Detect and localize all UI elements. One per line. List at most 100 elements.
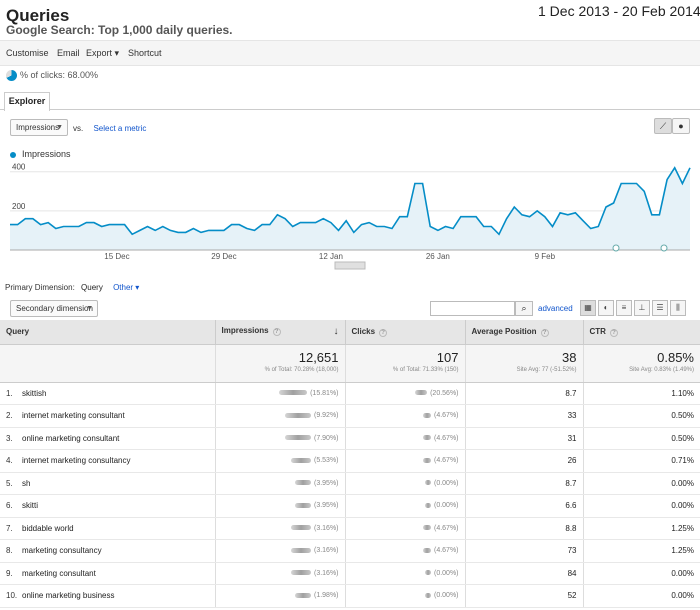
table-search-input[interactable]: [430, 301, 515, 316]
advanced-filter-link[interactable]: advanced: [538, 304, 573, 313]
comparison-view-button[interactable]: ⊥: [634, 300, 650, 316]
query-cell: 3. online marketing consultant: [0, 427, 216, 450]
query-link[interactable]: sh: [22, 479, 30, 488]
clicks-pct: (4.67%): [433, 434, 459, 442]
query-link[interactable]: marketing consultant: [22, 569, 96, 578]
position-cell: 31: [465, 427, 584, 450]
query-link[interactable]: online marketing business: [22, 591, 115, 600]
pivot-view-button[interactable]: ⫼: [670, 300, 686, 316]
line-chart-icon: ⟋: [659, 121, 667, 131]
date-range-picker[interactable]: 1 Dec 2013 - 20 Feb 2014▼: [538, 3, 700, 19]
clicks-cell: (0.00%): [345, 562, 466, 585]
row-rank: 2.: [6, 411, 13, 421]
redacted-value: [290, 525, 311, 531]
position-cell: 8.7: [465, 472, 584, 495]
impressions-cell: (3.16%): [215, 562, 346, 585]
secondary-dimension-select[interactable]: Secondary dimension ▼: [10, 300, 98, 317]
query-link[interactable]: skittish: [22, 389, 46, 398]
series-dot-icon: [10, 151, 16, 158]
report-toolbar: Customise Email Export ▾ Shortcut: [0, 40, 700, 66]
export-button[interactable]: Export ▾: [86, 48, 119, 59]
query-cell: 4. internet marketing consultancy: [0, 449, 216, 473]
header-ctr[interactable]: CTR?: [583, 320, 700, 345]
redacted-value: [422, 457, 431, 463]
chevron-down-icon: ▼: [86, 305, 93, 312]
totals-clicks-sub: % of Total: 71.33% (150): [392, 366, 459, 373]
redacted-value: [424, 502, 431, 508]
vs-label: vs. Select a metric: [73, 124, 146, 133]
primary-dimension-other[interactable]: Other ▾: [113, 283, 139, 292]
redacted-value: [290, 547, 311, 553]
header-query[interactable]: Query: [0, 320, 216, 345]
header-impressions[interactable]: Impressions? ↓: [215, 320, 346, 345]
customise-button[interactable]: Customise: [6, 48, 49, 58]
line-chart-view-button[interactable]: ⟋: [654, 118, 672, 134]
shortcut-button[interactable]: Shortcut: [128, 48, 162, 58]
clicks-pct: (0.00%): [433, 479, 459, 487]
primary-dimension-query[interactable]: Query: [81, 283, 103, 292]
row-rank: 1.: [6, 388, 13, 398]
metric-select[interactable]: Impressions ▼: [10, 119, 68, 136]
impressions-pct: (3.95%): [313, 502, 339, 510]
position-cell: 84: [465, 562, 584, 585]
comparison-icon: ⊥: [638, 303, 646, 312]
select-metric-link[interactable]: Select a metric: [93, 124, 146, 133]
redacted-value: [284, 412, 311, 418]
header-position[interactable]: Average Position?: [465, 320, 584, 345]
position-cell: 6.6: [465, 494, 584, 518]
motion-chart-view-button[interactable]: ●: [672, 118, 690, 134]
totals-position-sub: Site Avg: 77 (-51.52%): [516, 366, 577, 373]
table-row: 7. biddable world (3.16%) (4.67%) 8.8 1.25%: [0, 517, 700, 540]
annotation-marker: [612, 244, 620, 252]
primary-dimension-label: Primary Dimension:: [5, 283, 75, 292]
query-link[interactable]: internet marketing consultancy: [22, 456, 131, 465]
query-link[interactable]: online marketing consultant: [22, 434, 119, 443]
bars-icon: ≡: [621, 303, 627, 312]
query-cell: 7. biddable world: [0, 517, 216, 540]
header-clicks[interactable]: Clicks?: [345, 320, 466, 345]
clicks-cell: (4.67%): [345, 404, 466, 428]
clicks-cell: (0.00%): [345, 494, 466, 518]
redacted-value: [284, 435, 311, 441]
bubble-chart-icon: ●: [678, 121, 684, 131]
impressions-pct: (5.53%): [313, 457, 339, 465]
pie-chart-icon: [6, 70, 17, 82]
y-tick-label: 400: [12, 163, 26, 172]
impressions-pct: (7.90%): [313, 434, 339, 442]
help-icon: ?: [272, 328, 281, 337]
term-cloud-view-button[interactable]: ☰: [652, 300, 668, 316]
chevron-down-icon: ▼: [56, 124, 63, 131]
position-cell: 8.7: [465, 382, 584, 405]
impressions-cell: (3.16%): [215, 517, 346, 540]
totals-clicks: 107% of Total: 71.33% (150): [345, 344, 466, 383]
ctr-cell: 0.00%: [583, 562, 700, 585]
impressions-cell: (3.16%): [215, 539, 346, 563]
totals-impressions: 12,651% of Total: 70.28% (18,000): [215, 344, 346, 383]
performance-view-button[interactable]: ≡: [616, 300, 632, 316]
chart-resize-handle[interactable]: [334, 261, 366, 270]
table-view-button[interactable]: ▦: [580, 300, 596, 316]
totals-ctr-value: 0.85%: [657, 349, 694, 365]
query-cell: 9. marketing consultant: [0, 562, 216, 585]
segment-indicator[interactable]: % of clicks: 68.00%: [6, 70, 98, 82]
clicks-pct: (0.00%): [433, 592, 459, 600]
help-icon: ?: [540, 328, 549, 337]
query-link[interactable]: marketing consultancy: [22, 546, 102, 555]
row-rank: 8.: [6, 546, 13, 556]
query-link[interactable]: skitti: [22, 501, 38, 510]
email-button[interactable]: Email: [57, 48, 80, 58]
position-cell: 73: [465, 539, 584, 563]
x-tick-label: 26 Jan: [426, 252, 450, 261]
query-link[interactable]: biddable world: [22, 524, 74, 533]
clicks-pct: (0.00%): [433, 502, 459, 510]
position-cell: 8.8: [465, 517, 584, 540]
search-button[interactable]: ⌕: [515, 301, 533, 316]
redacted-value: [424, 480, 431, 486]
impressions-cell: (1.98%): [215, 584, 346, 608]
position-cell: 26: [465, 449, 584, 473]
pie-view-button[interactable]: ◐: [598, 300, 614, 316]
row-rank: 6.: [6, 501, 13, 511]
tab-explorer[interactable]: Explorer: [4, 92, 50, 111]
query-link[interactable]: internet marketing consultant: [22, 411, 125, 420]
impressions-chart: 400 200 15 Dec 29 Dec 12 Jan 26 Jan 9 Feb: [10, 163, 691, 270]
